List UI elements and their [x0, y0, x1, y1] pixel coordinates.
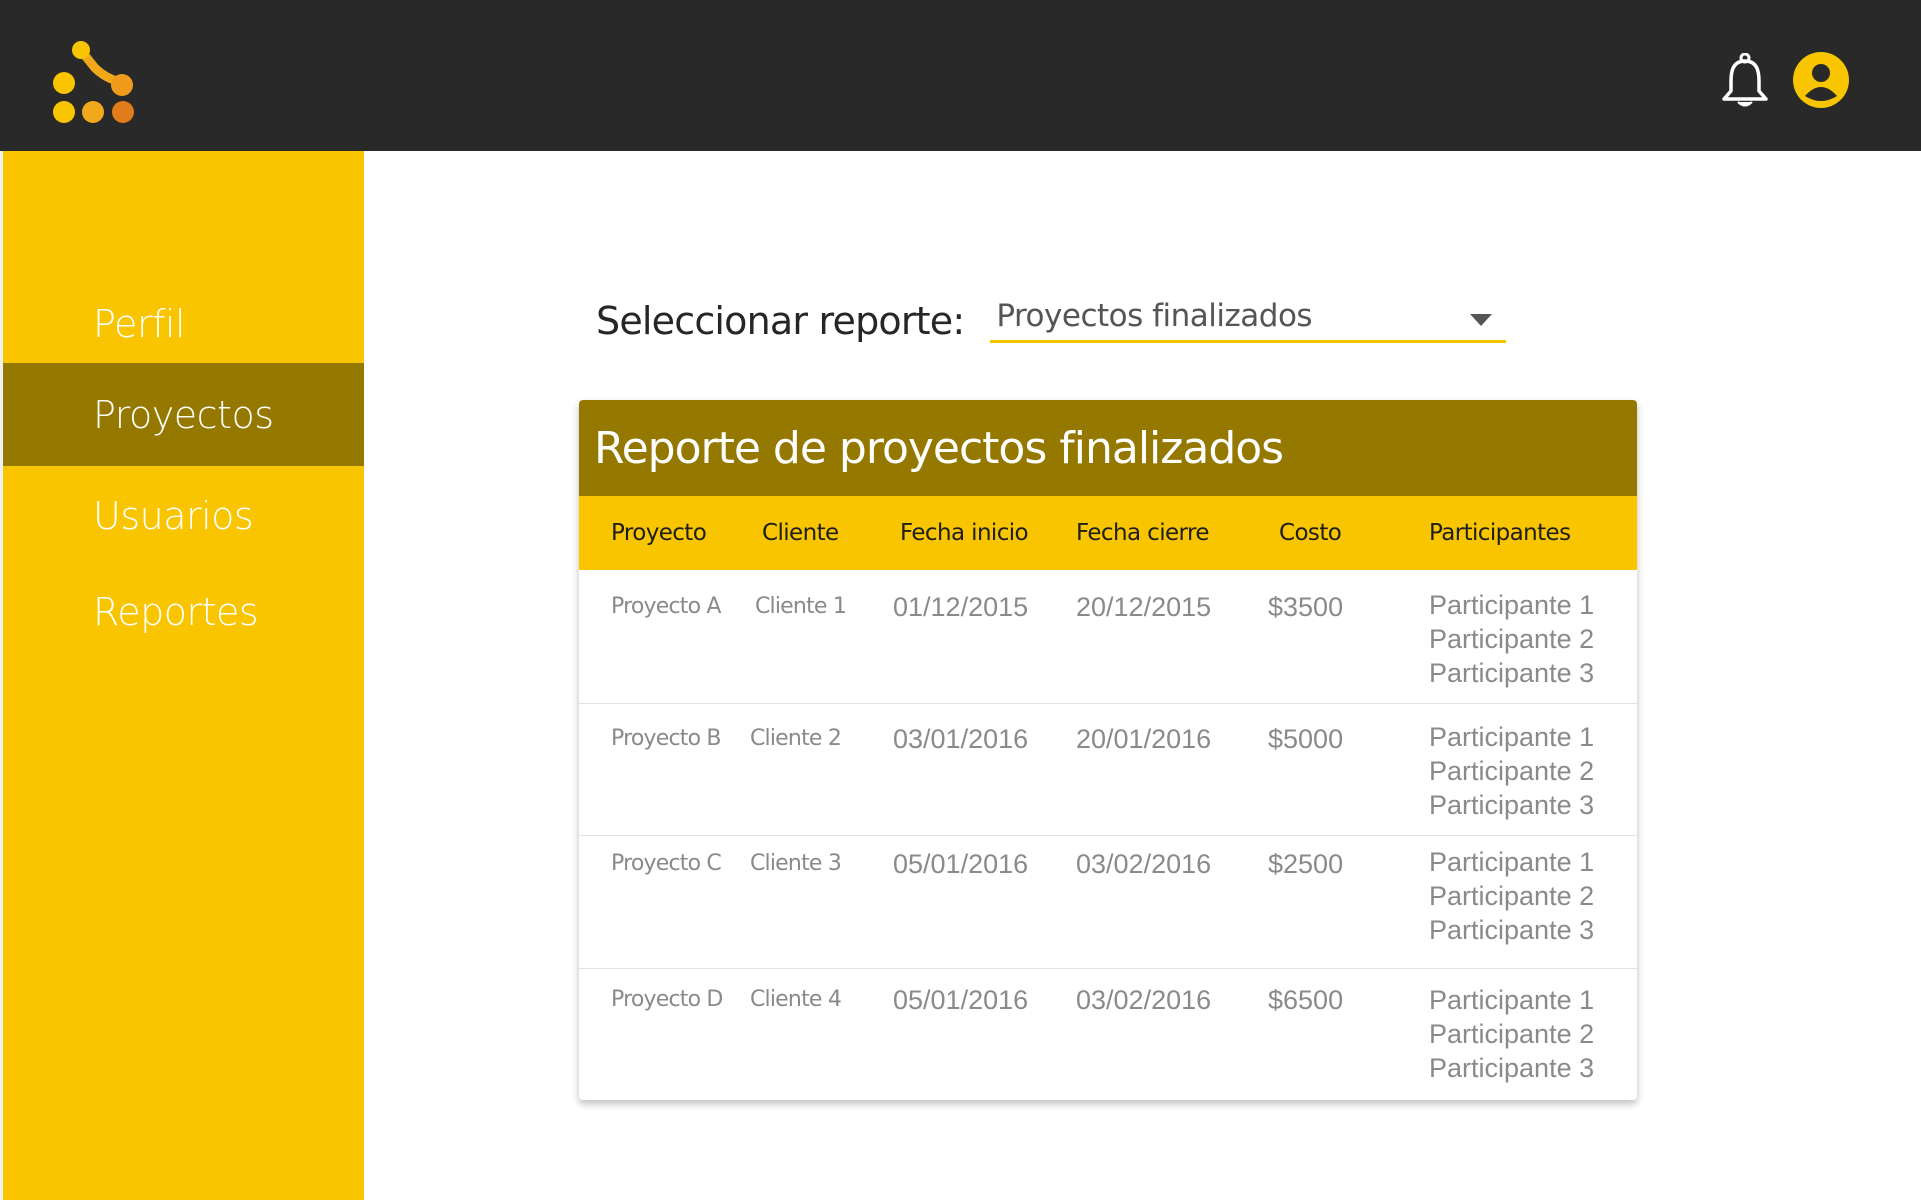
report-selector-row: Seleccionar reporte: Proyectos finalizad…: [596, 291, 1507, 343]
network-dots-logo-icon[interactable]: [50, 40, 145, 130]
cell-proyecto: Proyecto C: [611, 851, 722, 876]
report-selector-label: Seleccionar reporte:: [596, 299, 965, 343]
cell-costo: $2500: [1268, 849, 1344, 879]
cell-fecha-cierre: 03/02/2016: [1076, 985, 1212, 1015]
column-header-participantes: Participantes: [1429, 520, 1571, 546]
cell-fecha-cierre: 20/12/2015: [1076, 592, 1212, 622]
sidebar-item-proyectos[interactable]: Proyectos: [3, 363, 364, 466]
report-select-value: Proyectos finalizados: [996, 298, 1313, 334]
report-card: Reporte de proyectos finalizados Proyect…: [579, 400, 1637, 1100]
cell-cliente: Cliente 2: [750, 726, 842, 751]
cell-fecha-inicio: 03/01/2016: [893, 724, 1029, 754]
participant-item: Participante 1: [1429, 985, 1595, 1015]
cell-costo: $6500: [1268, 985, 1344, 1015]
cell-costo: $5000: [1268, 724, 1344, 754]
cell-participantes: Participante 1 Participante 2 Participan…: [1429, 588, 1594, 690]
cell-participantes: Participante 1 Participante 2 Participan…: [1429, 845, 1594, 947]
participant-item: Participante 1: [1429, 847, 1595, 877]
bell-icon[interactable]: [1717, 52, 1773, 108]
sidebar-item-usuarios[interactable]: Usuarios: [3, 464, 364, 567]
cell-fecha-inicio: 05/01/2016: [893, 985, 1029, 1015]
table-row: Proyecto A Cliente 1 01/12/2015 20/12/20…: [579, 570, 1637, 704]
cell-participantes: Participante 1 Participante 2 Participan…: [1429, 983, 1594, 1085]
participant-item: Participante 2: [1429, 881, 1595, 911]
report-title: Reporte de proyectos finalizados: [579, 400, 1637, 496]
participant-item: Participante 2: [1429, 756, 1595, 786]
cell-fecha-inicio: 01/12/2015: [893, 592, 1029, 622]
participant-item: Participante 3: [1429, 790, 1595, 820]
participant-item: Participante 2: [1429, 1019, 1595, 1049]
table-row: Proyecto B Cliente 2 03/01/2016 20/01/20…: [579, 704, 1637, 836]
column-header-costo: Costo: [1279, 520, 1342, 546]
cell-proyecto: Proyecto A: [611, 594, 721, 619]
participant-item: Participante 2: [1429, 624, 1595, 654]
sidebar-item-reportes[interactable]: Reportes: [3, 560, 364, 663]
table-row: Proyecto D Cliente 4 05/01/2016 03/02/20…: [579, 969, 1637, 1100]
sidebar: Perfil Proyectos Usuarios Reportes: [0, 151, 364, 1200]
cell-proyecto: Proyecto D: [611, 987, 723, 1012]
participant-item: Participante 1: [1429, 590, 1595, 620]
user-circle-icon[interactable]: [1793, 52, 1849, 108]
cell-costo: $3500: [1268, 592, 1344, 622]
participant-item: Participante 3: [1429, 1053, 1595, 1083]
participant-item: Participante 1: [1429, 722, 1595, 752]
sidebar-item-perfil[interactable]: Perfil: [3, 272, 364, 375]
report-select-dropdown[interactable]: Proyectos finalizados: [990, 291, 1507, 343]
cell-fecha-cierre: 20/01/2016: [1076, 724, 1212, 754]
participant-item: Participante 3: [1429, 915, 1595, 945]
cell-fecha-cierre: 03/02/2016: [1076, 849, 1212, 879]
column-header-proyecto: Proyecto: [611, 520, 707, 546]
cell-cliente: Cliente 1: [755, 594, 847, 619]
table-header: Proyecto Cliente Fecha inicio Fecha cier…: [579, 496, 1637, 570]
cell-cliente: Cliente 4: [750, 987, 842, 1012]
table-row: Proyecto C Cliente 3 05/01/2016 03/02/20…: [579, 836, 1637, 969]
cell-participantes: Participante 1 Participante 2 Participan…: [1429, 720, 1594, 822]
column-header-fecha-cierre: Fecha cierre: [1076, 520, 1209, 546]
main-content: Seleccionar reporte: Proyectos finalizad…: [364, 151, 1921, 1200]
cell-cliente: Cliente 3: [750, 851, 842, 876]
column-header-fecha-inicio: Fecha inicio: [900, 520, 1029, 546]
top-bar: [0, 0, 1921, 151]
participant-item: Participante 3: [1429, 658, 1595, 688]
cell-proyecto: Proyecto B: [611, 726, 722, 751]
chevron-down-icon: [1470, 314, 1493, 326]
cell-fecha-inicio: 05/01/2016: [893, 849, 1029, 879]
column-header-cliente: Cliente: [762, 520, 839, 546]
